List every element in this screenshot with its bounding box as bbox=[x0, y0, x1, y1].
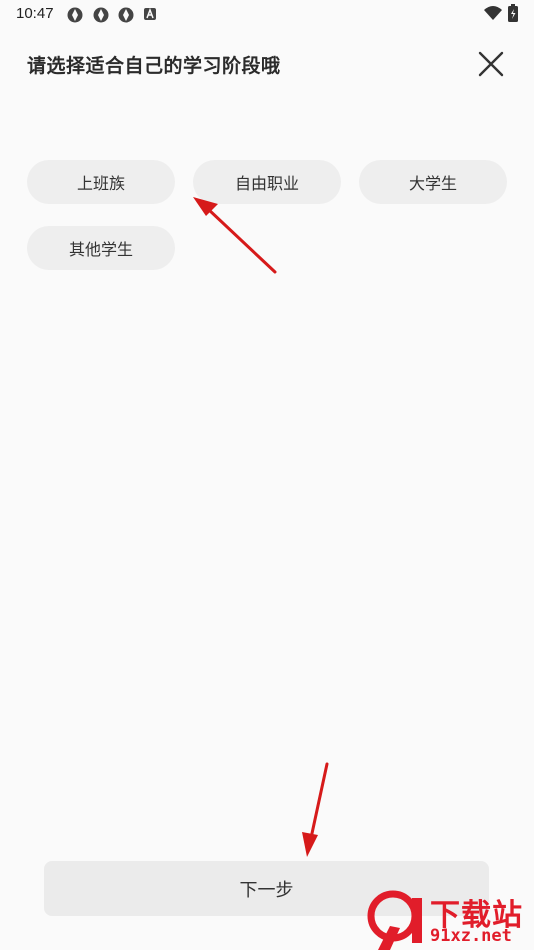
status-time: 10:47 bbox=[16, 5, 54, 22]
option-label: 大学生 bbox=[408, 174, 457, 193]
aperture-icon bbox=[67, 7, 83, 23]
wifi-icon bbox=[484, 6, 502, 20]
close-button[interactable] bbox=[476, 49, 506, 79]
aperture-icon bbox=[93, 7, 109, 23]
option-chip-other-student[interactable]: 其他学生 bbox=[27, 226, 175, 270]
page-title: 请选择适合自己的学习阶段哦 bbox=[27, 55, 281, 77]
option-chip-office-worker[interactable]: 上班族 bbox=[27, 160, 175, 204]
next-step-label: 下一步 bbox=[239, 879, 294, 901]
status-bar: 10:47 bbox=[0, 0, 534, 28]
annotation-arrow-icon bbox=[302, 762, 329, 857]
option-label: 自由职业 bbox=[234, 174, 299, 193]
aperture-icon bbox=[118, 7, 134, 23]
watermark-domain: 91xz.net bbox=[430, 926, 512, 946]
annotation-arrow-icon bbox=[193, 197, 277, 274]
battery-icon bbox=[508, 4, 518, 22]
option-label: 上班族 bbox=[76, 174, 125, 193]
option-label: 其他学生 bbox=[68, 240, 133, 259]
option-chip-freelancer[interactable]: 自由职业 bbox=[193, 160, 341, 204]
annotation-arrows bbox=[193, 197, 329, 857]
option-chip-college-student[interactable]: 大学生 bbox=[359, 160, 507, 204]
a-badge-icon bbox=[144, 7, 156, 20]
close-icon bbox=[478, 51, 504, 77]
